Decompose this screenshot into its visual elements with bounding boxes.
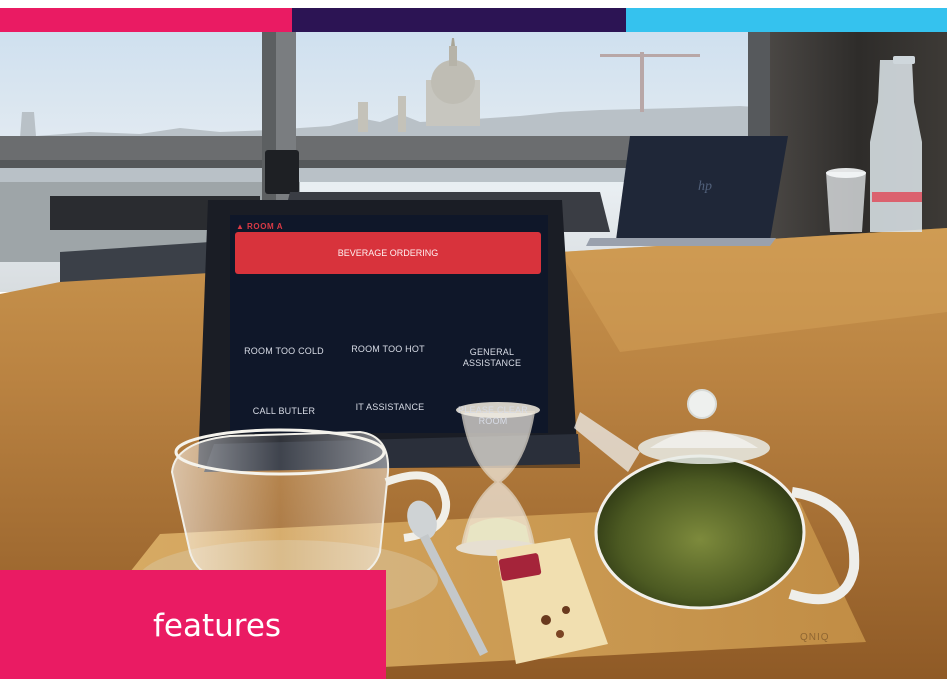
call-butler-label: CALL BUTLER — [252, 406, 316, 416]
it-assistance-label: IT ASSISTANCE — [355, 402, 425, 412]
beverage-ordering-label: BEVERAGE ORDERING — [337, 248, 439, 258]
it-assistance-button[interactable]: IT ASSISTANCE — [339, 402, 441, 413]
call-butler-button[interactable]: CALL BUTLER — [233, 406, 335, 417]
general-assistance-label: GENERAL ASSISTANCE — [462, 347, 522, 368]
magazine-header-image: hp QNIQ ▲ ROOM A BEVERAGE ORDERING ROOM … — [0, 0, 947, 679]
color-bar-purple — [292, 8, 626, 32]
room-too-cold-label: ROOM TOO COLD — [244, 346, 324, 356]
color-bar-cyan — [626, 8, 947, 32]
room-too-hot-button[interactable]: ROOM TOO HOT — [337, 344, 439, 355]
tray-mark: QNIQ — [800, 632, 830, 643]
room-too-cold-button[interactable]: ROOM TOO COLD — [233, 346, 335, 357]
tablet-touch-panel: ▲ ROOM A BEVERAGE ORDERING ROOM TOO COLD… — [231, 216, 547, 431]
features-label: features — [153, 608, 282, 644]
please-clear-room-label: PLEASE CLEAR ROOM — [458, 405, 528, 426]
laptop-logo: hp — [698, 179, 712, 194]
general-assistance-button[interactable]: GENERAL ASSISTANCE — [445, 336, 539, 369]
room-label: ▲ ROOM A — [236, 222, 284, 231]
beverage-ordering-button[interactable]: BEVERAGE ORDERING — [235, 232, 541, 274]
color-bar-pink — [0, 8, 292, 32]
room-name: ROOM A — [247, 222, 284, 231]
triangle-icon: ▲ — [236, 222, 245, 231]
water-glass — [826, 168, 866, 232]
please-clear-room-button[interactable]: PLEASE CLEAR ROOM — [445, 394, 541, 427]
room-too-hot-label: ROOM TOO HOT — [351, 344, 425, 354]
back-speaker — [265, 150, 299, 194]
